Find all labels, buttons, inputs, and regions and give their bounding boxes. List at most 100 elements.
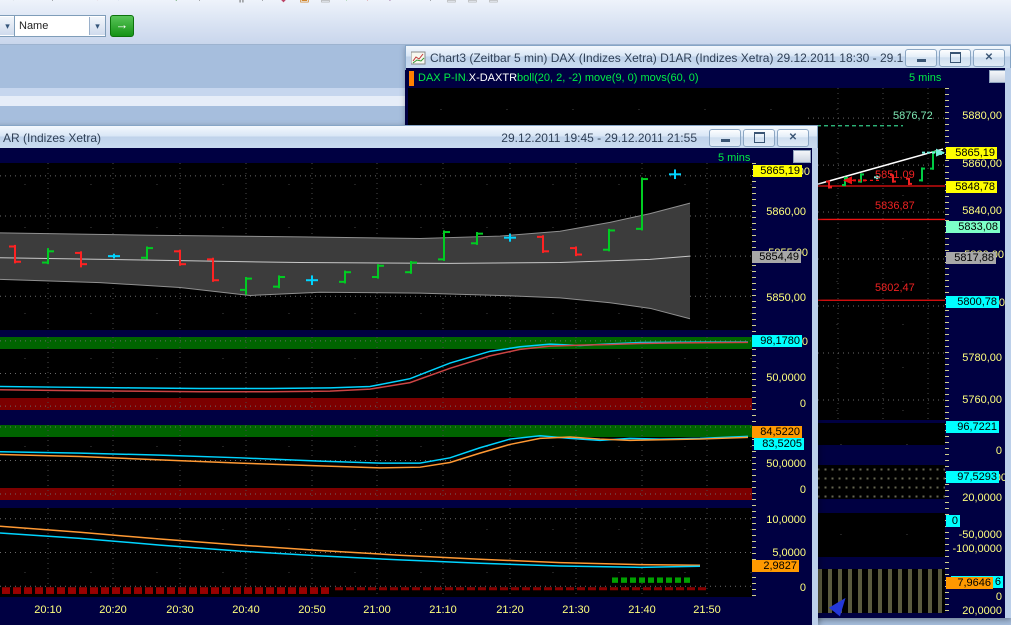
scrollbar-thumb[interactable] — [793, 150, 811, 163]
restore-button[interactable] — [939, 49, 971, 67]
down-arrow-icon[interactable]: ↓ — [357, 0, 378, 13]
chart-tool-icon[interactable]: ∿ — [378, 0, 399, 13]
window-border[interactable] — [1005, 68, 1011, 618]
color-swatch-icon[interactable]: ■ — [399, 0, 420, 13]
close-button[interactable]: ✕ — [777, 129, 809, 147]
minimize-button[interactable] — [905, 49, 937, 67]
chart3-price-chart[interactable] — [808, 88, 945, 420]
chart3-titlebar[interactable]: Chart3 (Zeitbar 5 min) DAX (Indizes Xetr… — [405, 45, 1011, 70]
minimize-button[interactable] — [709, 129, 741, 147]
axis-label: -100,0000 — [948, 543, 1002, 555]
paste-icon[interactable]: ▤ — [441, 0, 462, 13]
axis-label: 50,0000 — [752, 458, 806, 470]
legend-color-bar — [409, 71, 414, 86]
value-box: 83,5205 — [754, 438, 804, 450]
time-label: 21:30 — [556, 604, 596, 616]
chart3-legend: DAX P-IN. X-DAXTR boll(20, 2, -2) move(9… — [406, 68, 1010, 88]
dropdown-icon[interactable]: ▾ — [420, 0, 441, 13]
price-chart[interactable] — [0, 163, 752, 330]
value-box: 0 — [946, 515, 960, 527]
time-label: 20:10 — [28, 604, 68, 616]
axis-label: 5880,00 — [948, 110, 1002, 122]
draw-pencil-icon[interactable]: ✎ — [84, 0, 105, 13]
last-price-box: 5865,19 — [753, 165, 802, 177]
value-box: 2,9827 — [752, 560, 799, 572]
legend-symbol: DAX P-IN. — [418, 72, 469, 84]
axis-label: 5760,00 — [948, 394, 1002, 406]
gem-icon[interactable]: ◆ — [273, 0, 294, 13]
dax-chart-window: AR (Indizes Xetra) 29.12.2011 19:45 - 29… — [0, 125, 818, 625]
hatch-lines-icon[interactable]: // — [126, 0, 147, 13]
parallel-lines-icon[interactable]: || — [231, 0, 252, 13]
panel2-chart[interactable] — [0, 425, 752, 500]
dropdown-icon[interactable]: ▾ — [189, 0, 210, 13]
bucket-icon[interactable]: ▣ — [294, 0, 315, 13]
axis-label: 5840,00 — [948, 205, 1002, 217]
fade-icon[interactable]: ▤ — [315, 0, 336, 13]
axis-label: -50,0000 — [948, 529, 1002, 541]
axis-label: 5780,00 — [948, 352, 1002, 364]
time-label: 21:50 — [687, 604, 727, 616]
value-box: 5833,08 — [946, 221, 1000, 233]
time-label: 20:30 — [160, 604, 200, 616]
value-box: 5848,78 — [946, 181, 997, 193]
name-combo[interactable]: Name ▾ — [14, 15, 106, 37]
chevron-down-icon[interactable]: ▾ — [89, 17, 105, 35]
restore-button[interactable] — [743, 129, 775, 147]
dropdown-icon[interactable]: ▾ — [42, 0, 63, 13]
axis-label: 20,0000 — [948, 605, 1002, 617]
text-style-icon[interactable]: K — [21, 0, 42, 13]
chevron-down-icon[interactable]: ▾ — [0, 17, 15, 35]
time-label: 21:40 — [622, 604, 662, 616]
close-button[interactable]: ✕ — [973, 49, 1005, 67]
annotation-5851: 5851,09 — [875, 169, 915, 181]
time-label: 21:10 — [423, 604, 463, 616]
axis-label: 0 — [752, 582, 806, 594]
value-box: 97,5293 — [946, 471, 999, 483]
timeframe-label: 5 mins — [909, 72, 941, 84]
time-axis: 20:10 20:20 20:30 20:40 20:50 21:00 21:1… — [0, 597, 812, 625]
time-label: 20:20 — [93, 604, 133, 616]
fibonacci-icon[interactable]: 6² — [147, 0, 168, 13]
dropdown-icon[interactable]: ▾ — [252, 0, 273, 13]
time-label: 21:20 — [490, 604, 530, 616]
drawing-toolbar: ✎K▾◠✎✎//6²⚑▾ABC||▾◆▣▤↑↓∿■▾▤▤▤ — [0, 0, 620, 13]
legend-indicators: boll(20, 2, -2) move(9, 0) movs(60, 0) — [517, 72, 699, 84]
chart3-panel3-area[interactable] — [808, 513, 945, 557]
draw-pen-icon[interactable]: ✎ — [105, 0, 126, 13]
time-label: 20:40 — [226, 604, 266, 616]
desktop-band — [0, 96, 405, 106]
abc-label-icon[interactable]: ABC — [210, 0, 231, 13]
panel3-chart[interactable] — [0, 508, 752, 597]
axis-label: 5860,00 — [752, 206, 806, 218]
window-border[interactable] — [812, 148, 818, 625]
name-combo-value: Name — [19, 20, 48, 32]
go-button[interactable]: → — [110, 15, 134, 37]
value-box: 5854,49 — [752, 251, 801, 263]
chart-window-icon — [411, 51, 426, 65]
axis-label: 0 — [948, 445, 1002, 457]
paste-icon[interactable]: ▤ — [483, 0, 504, 13]
time-label: 20:50 — [292, 604, 332, 616]
arc-icon[interactable]: ◠ — [63, 0, 84, 13]
annotation-5876: 5876,72 — [893, 110, 933, 122]
time-label: 21:00 — [357, 604, 397, 616]
value-box: 98,1780 — [752, 335, 802, 347]
axis-label: 5,0000 — [752, 547, 806, 559]
chart3-panel2-area[interactable] — [808, 465, 945, 499]
date-range-label: 29.12.2011 19:45 - 29.12.2011 21:55 — [501, 131, 697, 145]
pencil-icon[interactable]: ✎ — [0, 0, 21, 13]
drawing-cursor-icon — [833, 596, 847, 614]
value-box: 7,9646 — [946, 577, 993, 589]
panel1-chart[interactable] — [0, 337, 752, 410]
chart3-title: Chart3 (Zeitbar 5 min) DAX (Indizes Xetr… — [430, 51, 903, 65]
up-arrow-icon[interactable]: ↑ — [336, 0, 357, 13]
axis-label: 20,0000 — [948, 492, 1002, 504]
axis-label: 5850,00 — [752, 292, 806, 304]
chart3-panel1-area[interactable] — [808, 423, 945, 445]
axis-label: 0 — [752, 484, 806, 496]
paste-icon[interactable]: ▤ — [462, 0, 483, 13]
legend-symbol2: X-DAXTR — [469, 72, 517, 84]
flag-icon[interactable]: ⚑ — [168, 0, 189, 13]
dax-window-titlebar[interactable]: AR (Indizes Xetra) 29.12.2011 19:45 - 29… — [0, 125, 818, 150]
